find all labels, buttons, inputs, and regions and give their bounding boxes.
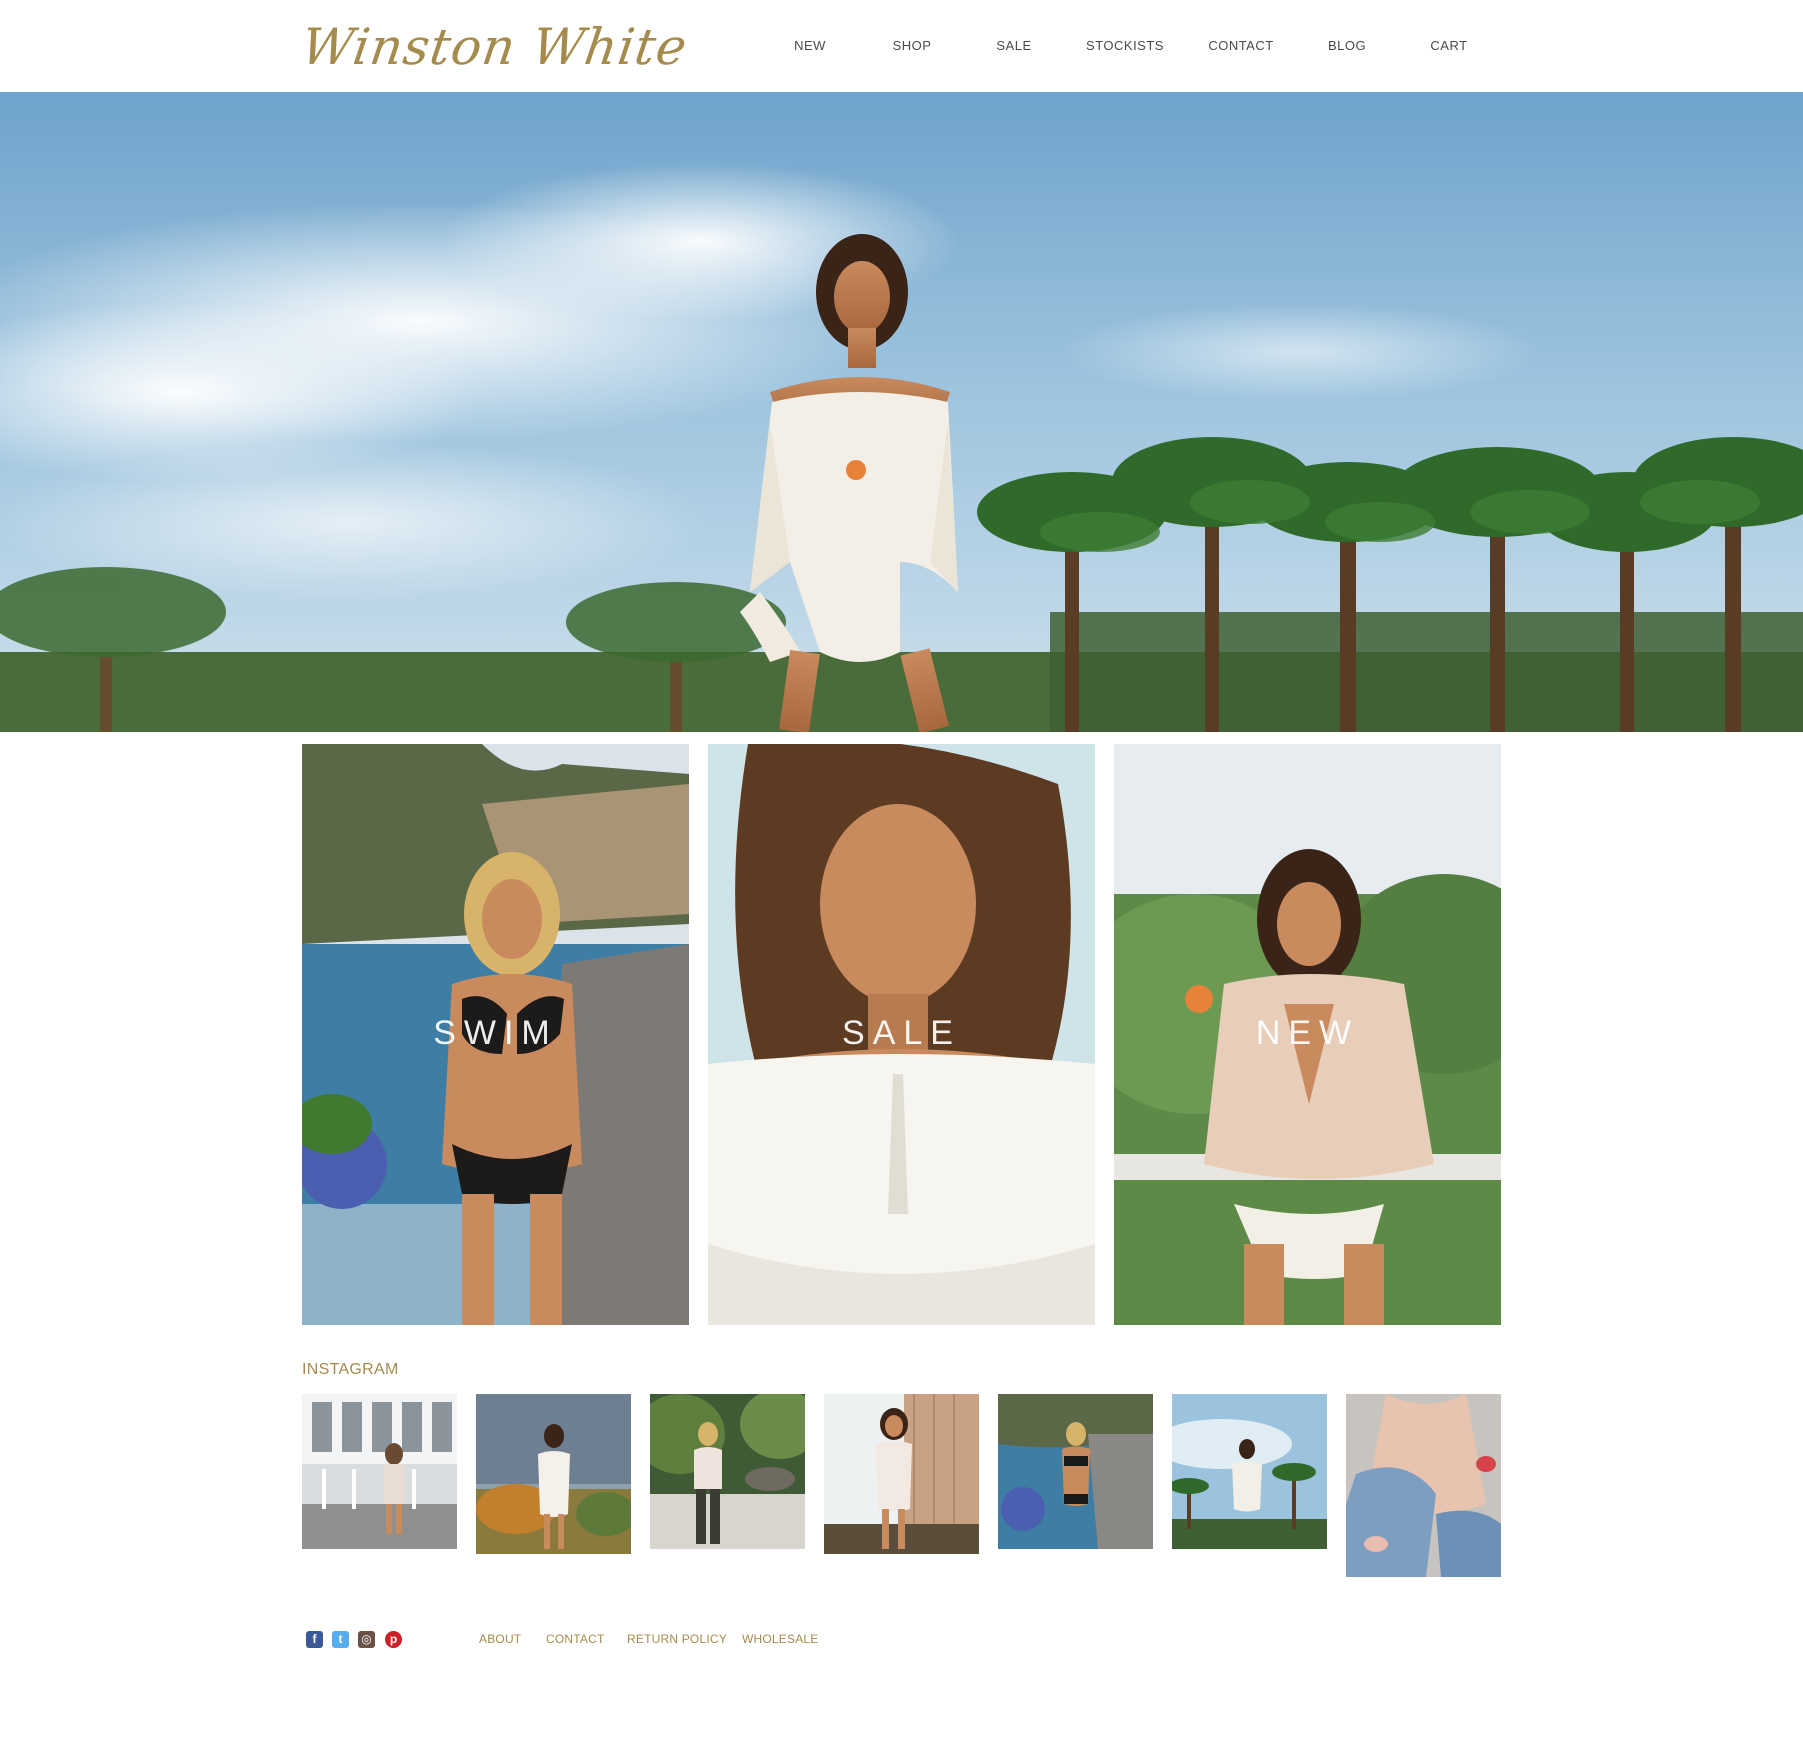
nav-contact[interactable]: CONTACT xyxy=(1208,38,1273,53)
category-tile-swim[interactable]: SWIM xyxy=(302,744,689,1325)
nav-new[interactable]: NEW xyxy=(794,38,826,53)
footer-link-about[interactable]: ABOUT xyxy=(479,1632,521,1646)
twitter-icon[interactable]: t xyxy=(332,1631,349,1648)
nav-stockists[interactable]: STOCKISTS xyxy=(1086,38,1164,53)
instagram-heading: INSTAGRAM xyxy=(302,1361,399,1378)
instagram-post[interactable] xyxy=(824,1394,979,1554)
footer-link-wholesale[interactable]: WHOLESALE xyxy=(742,1632,819,1646)
hero-image xyxy=(0,92,1803,732)
category-label-new: NEW xyxy=(1255,1014,1360,1052)
hero-banner[interactable] xyxy=(0,92,1803,732)
instagram-post-image xyxy=(476,1394,631,1554)
footer-link-return-policy[interactable]: RETURN POLICY xyxy=(627,1632,727,1646)
instagram-post-image xyxy=(998,1394,1153,1549)
site-header: Winston White NEW SHOP SALE STOCKISTS CO… xyxy=(0,0,1803,92)
nav-cart[interactable]: CART xyxy=(1430,38,1467,53)
nav-shop[interactable]: SHOP xyxy=(893,38,932,53)
category-label-sale: SALE xyxy=(842,1014,961,1052)
facebook-icon[interactable]: f xyxy=(306,1631,323,1648)
main-nav: NEW SHOP SALE STOCKISTS CONTACT BLOG CAR… xyxy=(0,0,1803,92)
instagram-post[interactable] xyxy=(1172,1394,1327,1549)
footer-link-contact[interactable]: CONTACT xyxy=(546,1632,605,1646)
instagram-icon[interactable]: ◎ xyxy=(358,1631,375,1648)
instagram-post-image xyxy=(1346,1394,1501,1577)
nav-sale[interactable]: SALE xyxy=(996,38,1031,53)
category-tile-new[interactable]: NEW xyxy=(1114,744,1501,1325)
instagram-post[interactable] xyxy=(650,1394,805,1549)
instagram-post-image xyxy=(650,1394,805,1549)
instagram-post[interactable] xyxy=(998,1394,1153,1549)
instagram-post-image xyxy=(824,1394,979,1554)
pinterest-icon[interactable]: p xyxy=(385,1631,402,1648)
instagram-post-image xyxy=(302,1394,457,1549)
instagram-post[interactable] xyxy=(1346,1394,1501,1577)
instagram-post[interactable] xyxy=(302,1394,457,1549)
instagram-post-image xyxy=(1172,1394,1327,1549)
instagram-post[interactable] xyxy=(476,1394,631,1554)
category-label-swim: SWIM xyxy=(433,1014,558,1052)
category-tile-sale[interactable]: SALE xyxy=(708,744,1095,1325)
nav-blog[interactable]: BLOG xyxy=(1328,38,1366,53)
